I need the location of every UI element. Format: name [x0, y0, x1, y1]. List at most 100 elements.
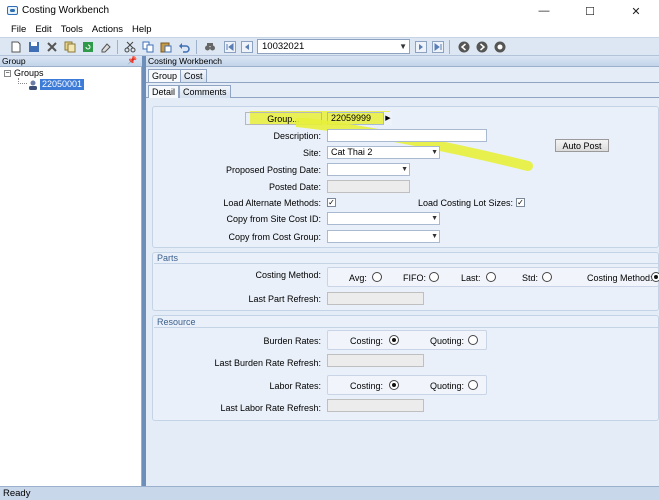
last-part-refresh-field	[327, 292, 424, 305]
labor-quoting-radio[interactable]	[468, 380, 478, 390]
copy-cost-group-select[interactable]: ▼	[327, 230, 440, 243]
workbench-panel-header: Costing Workbench	[146, 56, 659, 67]
description-field[interactable]	[327, 129, 487, 142]
tab-group[interactable]: Group	[148, 69, 182, 82]
site-label: Site:	[302, 148, 321, 158]
option-fifo-radio[interactable]	[429, 272, 439, 282]
description-label: Description:	[273, 131, 321, 141]
burden-quoting-label: Quoting:	[430, 336, 465, 346]
tab-cost[interactable]: Cost	[180, 69, 207, 82]
option-std-radio[interactable]	[542, 272, 552, 282]
copy-record-icon[interactable]	[62, 39, 77, 54]
copy-icon[interactable]	[140, 39, 155, 54]
first-record-icon[interactable]	[222, 39, 237, 54]
maximize-button[interactable]: ☐	[567, 0, 613, 22]
group-item-icon	[28, 80, 38, 90]
labor-costing-label: Costing:	[350, 381, 384, 391]
back-icon[interactable]	[456, 39, 471, 54]
option-last-label: Last:	[461, 273, 481, 283]
menu-edit[interactable]: Edit	[35, 24, 51, 35]
load-alternate-methods-label: Load Alternate Methods:	[223, 198, 321, 208]
search-icon[interactable]	[202, 39, 217, 54]
window-title: Costing Workbench	[22, 5, 110, 16]
option-avg-radio[interactable]	[372, 272, 382, 282]
record-id-value: 10032021	[262, 41, 305, 52]
menu-tools[interactable]: Tools	[61, 24, 83, 35]
menu-help[interactable]: Help	[132, 24, 152, 35]
last-burden-refresh-field	[327, 354, 424, 367]
toolbar-separator	[449, 40, 450, 54]
chevron-down-icon[interactable]: ▼	[399, 40, 407, 53]
load-alternate-methods-checkbox[interactable]: ✓	[327, 198, 336, 207]
title-bar: Costing Workbench — ☐ ✕	[0, 0, 659, 22]
divider	[154, 327, 659, 328]
burden-costing-label: Costing:	[350, 336, 384, 346]
last-burden-refresh-label: Last Burden Rate Refresh:	[214, 358, 321, 368]
auto-post-button[interactable]: Auto Post	[555, 139, 609, 152]
tree-expander-icon[interactable]: −	[4, 70, 11, 77]
chevron-down-icon[interactable]: ▼	[431, 231, 438, 242]
site-select[interactable]: Cat Thai 2 ▼	[327, 146, 440, 159]
refresh-icon[interactable]	[80, 39, 95, 54]
costing-method-label: Costing Method:	[255, 270, 321, 280]
chevron-down-icon[interactable]: ▼	[431, 213, 438, 224]
app-icon	[7, 6, 18, 15]
option-last-radio[interactable]	[486, 272, 496, 282]
burden-quoting-radio[interactable]	[468, 335, 478, 345]
undo-icon[interactable]	[176, 39, 191, 54]
option-avg-label: Avg:	[349, 273, 367, 283]
option-costing-method-radio[interactable]	[651, 272, 659, 282]
parts-group-title: Parts	[157, 253, 179, 263]
burden-costing-radio[interactable]	[389, 335, 399, 345]
last-part-refresh-label: Last Part Refresh:	[248, 294, 321, 304]
labor-costing-radio[interactable]	[389, 380, 399, 390]
last-labor-refresh-label: Last Labor Rate Refresh:	[220, 403, 321, 413]
forward-icon[interactable]	[474, 39, 489, 54]
tab-comments[interactable]: Comments	[179, 85, 231, 98]
tree-panel-title: Group	[2, 56, 26, 66]
toolbar: 10032021 ▼	[0, 37, 659, 56]
minimize-button[interactable]: —	[521, 0, 567, 22]
save-icon[interactable]	[26, 39, 41, 54]
divider	[154, 263, 659, 264]
proposed-posting-date-label: Proposed Posting Date:	[225, 165, 321, 175]
proposed-posting-date-field[interactable]: ▼	[327, 163, 410, 176]
next-record-icon[interactable]	[413, 39, 428, 54]
load-costing-lot-sizes-checkbox[interactable]: ✓	[516, 198, 525, 207]
site-value: Cat Thai 2	[331, 147, 373, 157]
pin-icon[interactable]: 📌	[127, 56, 137, 66]
main-tabstrip: Group Cost	[146, 68, 659, 83]
clear-icon[interactable]	[98, 39, 113, 54]
home-icon[interactable]	[492, 39, 507, 54]
chevron-down-icon[interactable]: ▼	[401, 164, 408, 175]
paste-icon[interactable]	[158, 39, 173, 54]
chevron-down-icon[interactable]: ▼	[431, 147, 438, 158]
tree-item-group[interactable]: 22050001	[40, 79, 85, 90]
last-record-icon[interactable]	[430, 39, 445, 54]
previous-record-icon[interactable]	[239, 39, 254, 54]
new-icon[interactable]	[8, 39, 23, 54]
tree-panel-header: Group 📌	[0, 56, 142, 67]
toolbar-separator	[196, 40, 197, 54]
record-id-combo[interactable]: 10032021 ▼	[257, 39, 410, 54]
delete-icon[interactable]	[44, 39, 59, 54]
labor-rates-label: Labor Rates:	[269, 381, 321, 391]
menu-bar: File Edit Tools Actions Help	[0, 22, 659, 37]
burden-rates-label: Burden Rates:	[263, 336, 321, 346]
menu-file[interactable]: File	[11, 24, 26, 35]
option-std-label: Std:	[522, 273, 539, 283]
labor-quoting-label: Quoting:	[430, 381, 465, 391]
copy-site-cost-select[interactable]: ▼	[327, 212, 440, 225]
tab-detail[interactable]: Detail	[148, 85, 180, 98]
sub-tabstrip: Detail Comments	[146, 82, 659, 98]
copy-cost-group-label: Copy from Cost Group:	[228, 232, 321, 242]
cut-icon[interactable]	[122, 39, 137, 54]
option-costing-method-label: Costing Method:	[587, 273, 653, 283]
costing-workbench-panel: Costing Workbench Group Cost Detail Comm…	[146, 56, 659, 486]
close-button[interactable]: ✕	[613, 0, 659, 22]
tree-connector	[18, 78, 27, 84]
last-labor-refresh-field	[327, 399, 424, 412]
menu-actions[interactable]: Actions	[92, 24, 123, 35]
toolbar-separator	[117, 40, 118, 54]
tree-root-groups[interactable]: Groups	[14, 68, 44, 78]
